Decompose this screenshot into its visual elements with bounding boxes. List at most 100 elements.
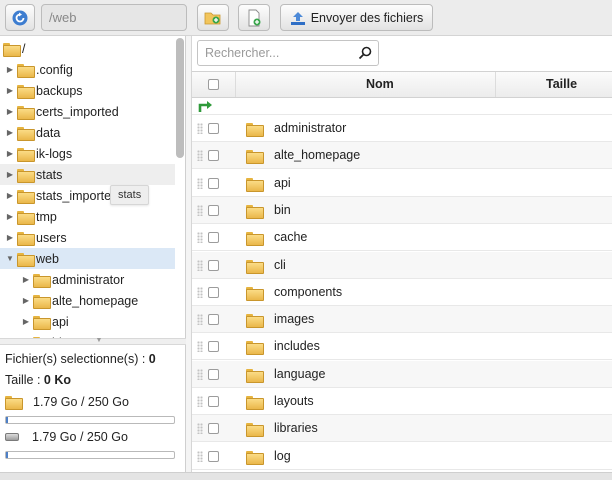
file-name[interactable]: includes [274,333,320,360]
chevron-right-icon[interactable]: ▶ [5,170,15,179]
new-folder-button[interactable] [197,4,229,31]
tree-item-administrator[interactable]: ▶ administrator [0,269,175,290]
file-name[interactable]: libraries [274,415,318,442]
chevron-down-icon[interactable]: ▼ [5,254,15,263]
row-checkbox[interactable] [208,123,219,134]
drag-handle-icon[interactable] [197,341,203,353]
table-row[interactable]: log [192,443,612,470]
chevron-right-icon[interactable]: ▶ [21,275,31,284]
file-name[interactable]: images [274,306,314,333]
chevron-right-icon[interactable]: ▶ [5,86,15,95]
new-file-button[interactable] [238,4,270,31]
select-all-checkbox[interactable] [208,79,219,90]
drag-handle-icon[interactable] [197,368,203,380]
table-row[interactable]: administrator [192,115,612,142]
drag-handle-icon[interactable] [197,450,203,462]
tree-item-web[interactable]: ▼ web [0,248,175,269]
chevron-right-icon[interactable]: ▶ [5,149,15,158]
file-name[interactable]: api [274,170,291,197]
table-row[interactable]: bin [192,196,612,224]
row-checkbox[interactable] [208,177,219,189]
tree-item-api[interactable]: ▶ api [0,311,175,332]
tree-item-data[interactable]: ▶ data [0,122,175,143]
file-name[interactable]: layouts [274,388,314,415]
tree-item-alte-homepage[interactable]: ▶ alte_homepage [0,290,175,311]
row-checkbox[interactable] [208,423,219,435]
chevron-right-icon[interactable]: ▶ [21,317,31,326]
tree-root[interactable]: / [0,38,175,59]
tree-item-users[interactable]: ▶ users [0,227,175,248]
file-name[interactable]: cli [274,252,286,279]
file-name[interactable]: alte_homepage [274,142,360,169]
chevron-right-icon[interactable]: ▶ [5,212,15,221]
file-name[interactable]: log [274,443,291,470]
table-row[interactable]: libraries [192,415,612,443]
row-checkbox[interactable] [208,396,219,407]
drag-handle-icon[interactable] [197,150,203,162]
folder-icon [33,315,51,330]
file-name[interactable]: language [274,361,325,388]
search-input[interactable] [199,42,349,64]
drag-handle-icon[interactable] [197,232,203,244]
drag-handle-icon[interactable] [197,259,203,271]
upload-icon [290,11,305,25]
row-checkbox[interactable] [208,204,219,216]
chevron-right-icon[interactable]: ▶ [5,65,15,74]
chevron-right-icon[interactable]: ▶ [21,296,31,305]
column-header-name[interactable]: Nom [366,72,394,97]
tree-item-stats[interactable]: ▶ stats [0,164,175,185]
file-name[interactable]: components [274,279,342,306]
drag-handle-icon[interactable] [197,286,203,298]
tree-item-ik-logs[interactable]: ▶ ik-logs [0,143,175,164]
folder-icon [246,423,264,438]
tree-item-certs-imported[interactable]: ▶ certs_imported [0,101,175,122]
panel-splitter[interactable]: ▼ [0,337,186,345]
drag-handle-icon[interactable] [197,177,203,189]
tree-item-backups[interactable]: ▶ backups [0,80,175,101]
tree-scrollbar[interactable] [176,38,184,158]
file-name[interactable]: administrator [274,115,346,142]
row-checkbox[interactable] [208,286,219,298]
row-checkbox[interactable] [208,368,219,380]
drag-handle-icon[interactable] [197,123,203,134]
drag-handle-icon[interactable] [197,423,203,435]
upload-button[interactable]: Envoyer des fichiers [280,4,433,31]
tree-item-label: api [52,314,69,329]
row-checkbox[interactable] [208,341,219,353]
up-arrow-icon[interactable] [198,99,214,113]
folder-icon [17,126,35,141]
row-checkbox[interactable] [208,232,219,244]
chevron-right-icon[interactable]: ▶ [5,128,15,137]
search-icon[interactable] [358,46,372,60]
table-row[interactable]: components [192,279,612,306]
drag-handle-icon[interactable] [197,396,203,407]
table-row[interactable]: cache [192,224,612,252]
file-name[interactable]: cache [274,224,307,251]
drag-handle-icon[interactable] [197,204,203,216]
row-checkbox[interactable] [208,314,219,326]
row-checkbox[interactable] [208,259,219,271]
chevron-right-icon[interactable]: ▶ [5,191,15,200]
table-row[interactable]: includes [192,333,612,361]
folder-icon [17,210,35,225]
parent-directory-row[interactable] [192,98,612,115]
folder-tree: / ▶ .config ▶ backups ▶ certs_imported ▶ dat… [0,36,186,338]
tree-item-config[interactable]: ▶ .config [0,59,175,80]
drag-handle-icon[interactable] [197,314,203,326]
refresh-button[interactable] [5,4,35,31]
tree-item-tmp[interactable]: ▶ tmp [0,206,175,227]
selected-files-info: Fichier(s) selectionne(s) : 0 [5,352,156,366]
row-checkbox[interactable] [208,150,219,162]
table-row[interactable]: alte_homepage [192,142,612,170]
table-row[interactable]: layouts [192,388,612,415]
file-name[interactable]: bin [274,197,291,224]
row-checkbox[interactable] [208,450,219,462]
table-row[interactable]: cli [192,251,612,279]
table-row[interactable]: api [192,170,612,197]
path-field[interactable]: /web [41,4,187,31]
table-row[interactable]: language [192,360,612,388]
column-header-size[interactable]: Taille [546,72,577,97]
table-row[interactable]: images [192,306,612,334]
chevron-right-icon[interactable]: ▶ [5,107,15,116]
chevron-right-icon[interactable]: ▶ [5,233,15,242]
